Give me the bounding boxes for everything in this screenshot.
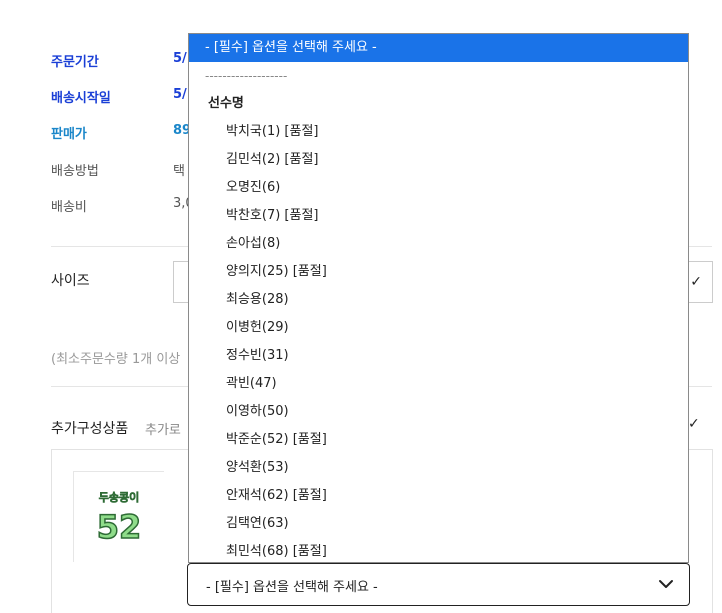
option-select-value: - [필수] 옵션을 선택해 주세요 -: [206, 580, 378, 595]
addon-subtitle: 추가로: [145, 423, 181, 438]
ship-fee-label: 배송비: [51, 200, 87, 215]
option-separator: -------------------: [205, 69, 288, 83]
option-item[interactable]: 양석환(53): [189, 454, 688, 482]
ship-method-label: 배송방법: [51, 164, 99, 179]
option-group-label: 선수명: [208, 96, 244, 111]
ship-method-value: 택: [173, 164, 185, 179]
ship-start-value: 5/: [173, 87, 187, 102]
option-item[interactable]: 박치국(1) [품절]: [189, 118, 688, 146]
price-label: 판매가: [51, 127, 87, 142]
option-select[interactable]: - [필수] 옵션을 선택해 주세요 -: [187, 563, 690, 606]
option-item[interactable]: 박찬호(7) [품절]: [189, 202, 688, 230]
addon-title: 추가구성상품: [51, 421, 129, 437]
order-period-value: 5/: [173, 51, 187, 66]
option-dropdown-list[interactable]: - [필수] 옵션을 선택해 주세요 - -------------------…: [188, 33, 689, 563]
option-item[interactable]: 박준순(52) [품절]: [189, 426, 688, 454]
checkmark-icon: ✓: [690, 274, 702, 290]
option-item[interactable]: 안재석(62) [품절]: [189, 482, 688, 510]
option-item[interactable]: 최승용(28): [189, 286, 688, 314]
option-item[interactable]: 이병헌(29): [189, 314, 688, 342]
ship-start-label: 배송시작일: [51, 91, 111, 106]
size-label: 사이즈: [51, 273, 90, 289]
min-order-note: (최소주문수량 1개 이상: [51, 352, 181, 367]
chevron-down-icon: [655, 573, 677, 599]
option-item[interactable]: 이영하(50): [189, 398, 688, 426]
logo-number: 52: [97, 508, 142, 546]
order-period-label: 주문기간: [51, 55, 99, 70]
option-item[interactable]: 손아섭(8): [189, 230, 688, 258]
checkmark-icon[interactable]: ✓: [688, 416, 700, 432]
option-item[interactable]: 최민석(68) [품절]: [189, 538, 688, 562]
option-item[interactable]: 오명진(6): [189, 174, 688, 202]
option-item[interactable]: 정수빈(31): [189, 342, 688, 370]
option-item[interactable]: 김민석(2) [품절]: [189, 146, 688, 174]
product-thumbnail[interactable]: 두송콩이 52: [73, 471, 165, 563]
logo-text: 두송콩이: [99, 490, 139, 504]
option-item-placeholder[interactable]: - [필수] 옵션을 선택해 주세요 -: [189, 34, 688, 62]
option-item[interactable]: 곽빈(47): [189, 370, 688, 398]
product-logo-image: 두송콩이 52: [74, 472, 165, 563]
option-item[interactable]: 김택연(63): [189, 510, 688, 538]
option-item[interactable]: 양의지(25) [품절]: [189, 258, 688, 286]
